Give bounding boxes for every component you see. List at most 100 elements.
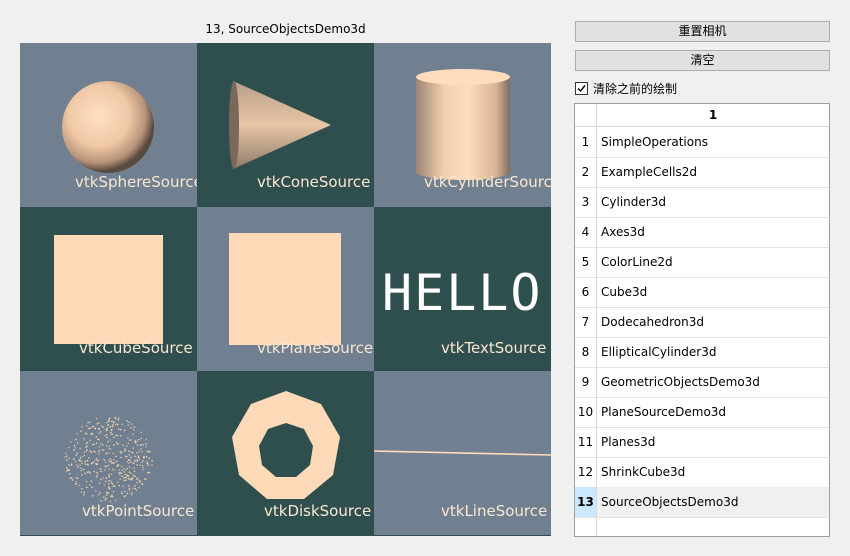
point (136, 444, 139, 446)
row-name[interactable]: SourceObjectsDemo3d (601, 487, 738, 517)
cell-label-line: vtkLineSource (441, 502, 548, 520)
point (123, 479, 125, 482)
point (93, 450, 95, 453)
row-name[interactable]: ExampleCells2d (601, 157, 697, 187)
table-row[interactable]: 10 PlaneSourceDemo3d (575, 397, 829, 428)
point (148, 457, 150, 459)
table-row[interactable]: 3 Cylinder3d (575, 187, 829, 218)
point (81, 474, 83, 476)
point (75, 454, 77, 456)
table-row[interactable]: 8 EllipticalCylinder3d (575, 337, 829, 368)
point (127, 442, 129, 444)
table-row[interactable]: 4 Axes3d (575, 217, 829, 248)
column-header[interactable]: 1 (597, 104, 829, 126)
point (77, 442, 79, 444)
point (106, 491, 108, 493)
point (119, 478, 121, 480)
row-number[interactable]: 2 (575, 157, 597, 187)
row-name[interactable]: Cylinder3d (601, 187, 666, 217)
point (84, 460, 86, 462)
point (136, 440, 138, 442)
row-number[interactable]: 4 (575, 217, 597, 247)
point (111, 433, 113, 435)
table-row[interactable]: 2 ExampleCells2d (575, 157, 829, 188)
table-row[interactable]: 7 Dodecahedron3d (575, 307, 829, 338)
point (118, 484, 120, 487)
point (96, 474, 98, 476)
render-cell-sphere: vtkSphereSource (20, 43, 197, 207)
row-number[interactable]: 11 (575, 427, 597, 457)
demo-list-table[interactable]: 1 1 SimpleOperations 2 ExampleCells2d 3 Cylin… (574, 103, 830, 537)
render-cell-cylinder: vtkCylinderSource (374, 43, 551, 207)
row-number[interactable]: 13 (575, 487, 597, 517)
point (121, 492, 123, 495)
point (140, 448, 142, 450)
row-name[interactable]: GeometricObjectsDemo3d (601, 367, 760, 397)
row-name[interactable]: ColorLine2d (601, 247, 673, 277)
point (105, 452, 107, 454)
checkbox-box[interactable] (575, 81, 588, 95)
point (95, 490, 97, 492)
point (86, 460, 89, 462)
point (80, 467, 82, 469)
table-row[interactable]: 13 SourceObjectsDemo3d (575, 487, 829, 518)
point (66, 467, 68, 469)
row-number[interactable]: 8 (575, 337, 597, 367)
point (125, 476, 127, 479)
point (108, 420, 110, 423)
row-name[interactable]: SimpleOperations (601, 127, 708, 157)
point (121, 475, 123, 477)
row-name[interactable]: PlaneSourceDemo3d (601, 397, 726, 427)
table-row[interactable]: 11 Planes3d (575, 427, 829, 458)
clear-previous-label: 清除之前的绘制 (593, 81, 678, 96)
point (117, 443, 119, 445)
render-cell-plane: vtkPlaneSource (197, 207, 374, 371)
point (113, 436, 115, 439)
point (103, 484, 105, 486)
table-row[interactable]: 12 ShrinkCube3d (575, 457, 829, 488)
row-number[interactable]: 12 (575, 457, 597, 487)
point (66, 455, 68, 457)
table-row[interactable]: 6 Cube3d (575, 277, 829, 308)
point (142, 469, 144, 471)
row-number[interactable]: 3 (575, 187, 597, 217)
point (91, 432, 94, 435)
point (112, 495, 114, 498)
row-name[interactable]: ShrinkCube3d (601, 457, 685, 487)
row-number[interactable]: 7 (575, 307, 597, 337)
row-number[interactable]: 1 (575, 127, 597, 157)
row-name[interactable]: Axes3d (601, 217, 645, 247)
row-number[interactable]: 9 (575, 367, 597, 397)
reset-camera-button[interactable]: 重置相机 (575, 21, 830, 42)
point (106, 436, 108, 439)
point (118, 469, 121, 471)
point (109, 439, 111, 441)
row-name[interactable]: EllipticalCylinder3d (601, 337, 716, 367)
point (121, 491, 123, 493)
point (115, 499, 117, 501)
table-row[interactable]: 5 ColorLine2d (575, 247, 829, 278)
point (109, 461, 111, 463)
row-number[interactable]: 5 (575, 247, 597, 277)
point (140, 437, 142, 439)
point (81, 426, 83, 428)
point (98, 422, 100, 424)
point (133, 462, 135, 464)
point (95, 458, 97, 460)
table-row[interactable]: 1 SimpleOperations (575, 127, 829, 158)
view-title: 13, SourceObjectsDemo3d (205, 22, 366, 36)
point (105, 477, 107, 479)
row-name[interactable]: Dodecahedron3d (601, 307, 704, 337)
table-corner[interactable] (575, 104, 597, 126)
clear-previous-checkbox[interactable]: 清除之前的绘制 (575, 79, 677, 97)
row-name[interactable]: Cube3d (601, 277, 647, 307)
point (65, 452, 67, 455)
table-row[interactable]: 9 GeometricObjectsDemo3d (575, 367, 829, 398)
row-number[interactable]: 10 (575, 397, 597, 427)
render-viewport[interactable]: vtkSphereSource vtkConeSource vtkCylinde… (20, 43, 551, 536)
point (112, 468, 114, 470)
row-number[interactable]: 6 (575, 277, 597, 307)
clear-button[interactable]: 清空 (575, 50, 830, 71)
cell-label-cube: vtkCubeSource (79, 339, 193, 357)
row-name[interactable]: Planes3d (601, 427, 655, 457)
